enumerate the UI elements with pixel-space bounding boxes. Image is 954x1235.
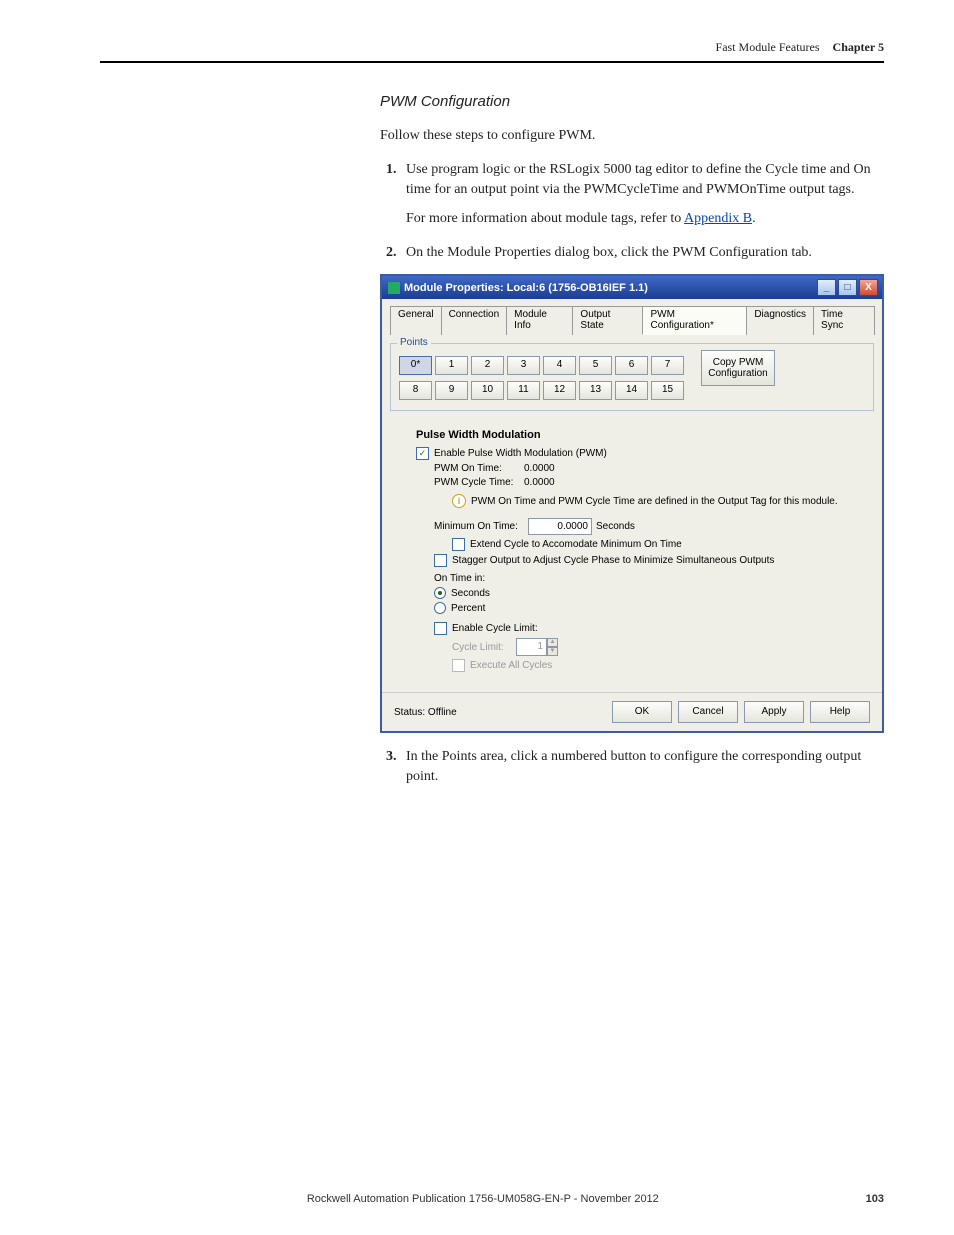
point-button-13[interactable]: 13: [579, 381, 612, 400]
enable-cycle-limit-label: Enable Cycle Limit:: [452, 623, 538, 634]
point-button-3[interactable]: 3: [507, 356, 540, 375]
step-1-sub: For more information about module tags, …: [406, 209, 884, 229]
ok-button[interactable]: OK: [612, 701, 672, 723]
tab-pwm-config[interactable]: PWM Configuration*: [642, 306, 747, 335]
header-chapter: Chapter 5: [833, 40, 884, 54]
step-1: Use program logic or the RSLogix 5000 ta…: [400, 160, 884, 229]
dialog-titlebar[interactable]: Module Properties: Local:6 (1756-OB16IEF…: [382, 276, 882, 299]
min-on-time-label: Minimum On Time:: [434, 521, 524, 532]
maximize-button[interactable]: □: [838, 279, 857, 296]
tab-diagnostics[interactable]: Diagnostics: [746, 306, 814, 335]
point-button-15[interactable]: 15: [651, 381, 684, 400]
point-button-6[interactable]: 6: [615, 356, 648, 375]
tab-module-info[interactable]: Module Info: [506, 306, 573, 335]
copy-line-1: Copy PWM: [702, 357, 774, 368]
page-number: 103: [866, 1193, 884, 1205]
spinner-up-icon[interactable]: ▲: [547, 638, 558, 647]
points-row-1: 0* 1 2 3 4 5 6 7: [399, 356, 687, 375]
pwm-section-title: Pulse Width Modulation: [416, 429, 874, 441]
tab-strip: General Connection Module Info Output St…: [390, 305, 874, 335]
app-icon: [388, 282, 400, 294]
help-button[interactable]: Help: [810, 701, 870, 723]
seconds-radio[interactable]: [434, 587, 446, 599]
stagger-output-checkbox[interactable]: [434, 554, 447, 567]
point-button-0[interactable]: 0*: [399, 356, 432, 375]
min-on-time-unit: Seconds: [596, 521, 635, 532]
enable-pwm-label: Enable Pulse Width Modulation (PWM): [434, 448, 607, 459]
appendix-link[interactable]: Appendix B: [684, 211, 752, 226]
pwm-section: Pulse Width Modulation Enable Pulse Widt…: [390, 429, 874, 672]
step-1-sub-b: .: [752, 211, 756, 226]
tab-connection[interactable]: Connection: [441, 306, 508, 335]
dialog-title: Module Properties: Local:6 (1756-OB16IEF…: [404, 282, 815, 294]
dialog-status-row: Status: Offline OK Cancel Apply Help: [382, 692, 882, 731]
step-3: In the Points area, click a numbered but…: [400, 747, 884, 786]
footer-publication: Rockwell Automation Publication 1756-UM0…: [307, 1193, 659, 1205]
page-footer: Rockwell Automation Publication 1756-UM0…: [100, 1193, 884, 1205]
status-value: Offline: [428, 707, 457, 718]
execute-all-cycles-checkbox[interactable]: [452, 659, 465, 672]
page-header: Fast Module Features Chapter 5: [100, 40, 884, 63]
pwm-cycle-time-label: PWM Cycle Time:: [434, 477, 524, 488]
spinner-down-icon[interactable]: ▼: [547, 647, 558, 656]
minimize-button[interactable]: _: [817, 279, 836, 296]
percent-label: Percent: [451, 603, 485, 614]
point-button-8[interactable]: 8: [399, 381, 432, 400]
point-button-12[interactable]: 12: [543, 381, 576, 400]
points-row-2: 8 9 10 11 12 13 14 15: [399, 381, 687, 400]
extend-cycle-label: Extend Cycle to Accomodate Minimum On Ti…: [470, 539, 682, 550]
points-group: Points 0* 1 2 3 4 5 6 7: [390, 343, 874, 411]
copy-pwm-config-button[interactable]: Copy PWM Configuration: [701, 350, 775, 386]
apply-button[interactable]: Apply: [744, 701, 804, 723]
point-button-11[interactable]: 11: [507, 381, 540, 400]
point-button-10[interactable]: 10: [471, 381, 504, 400]
info-text: PWM On Time and PWM Cycle Time are defin…: [471, 496, 838, 507]
header-title: Fast Module Features: [716, 40, 820, 54]
stagger-output-label: Stagger Output to Adjust Cycle Phase to …: [452, 555, 774, 566]
seconds-label: Seconds: [451, 588, 490, 599]
points-legend: Points: [397, 337, 431, 348]
cycle-limit-spinner[interactable]: 1 ▲▼: [516, 638, 558, 656]
point-button-7[interactable]: 7: [651, 356, 684, 375]
on-time-in-label: On Time in:: [434, 573, 485, 584]
execute-all-cycles-label: Execute All Cycles: [470, 660, 552, 671]
section-title: PWM Configuration: [380, 93, 884, 110]
percent-radio[interactable]: [434, 602, 446, 614]
point-button-2[interactable]: 2: [471, 356, 504, 375]
module-properties-dialog: Module Properties: Local:6 (1756-OB16IEF…: [380, 274, 884, 733]
extend-cycle-checkbox[interactable]: [452, 538, 465, 551]
tab-time-sync[interactable]: Time Sync: [813, 306, 875, 335]
point-button-14[interactable]: 14: [615, 381, 648, 400]
min-on-time-input[interactable]: 0.0000: [528, 518, 592, 535]
info-icon: i: [452, 494, 466, 508]
point-button-1[interactable]: 1: [435, 356, 468, 375]
close-button[interactable]: X: [859, 279, 878, 296]
pwm-cycle-time-value: 0.0000: [524, 477, 555, 488]
point-button-9[interactable]: 9: [435, 381, 468, 400]
cycle-limit-value[interactable]: 1: [516, 638, 547, 656]
status-label: Status:: [394, 707, 425, 718]
step-1-text: Use program logic or the RSLogix 5000 ta…: [406, 162, 871, 197]
enable-cycle-limit-checkbox[interactable]: [434, 622, 447, 635]
pwm-on-time-value: 0.0000: [524, 463, 555, 474]
tab-general[interactable]: General: [390, 306, 442, 335]
cycle-limit-label: Cycle Limit:: [452, 642, 510, 653]
cancel-button[interactable]: Cancel: [678, 701, 738, 723]
step-2: On the Module Properties dialog box, cli…: [400, 243, 884, 263]
point-button-4[interactable]: 4: [543, 356, 576, 375]
intro-text: Follow these steps to configure PWM.: [380, 128, 884, 144]
step-1-sub-a: For more information about module tags, …: [406, 211, 684, 226]
enable-pwm-checkbox[interactable]: [416, 447, 429, 460]
copy-line-2: Configuration: [702, 368, 774, 379]
point-button-5[interactable]: 5: [579, 356, 612, 375]
pwm-on-time-label: PWM On Time:: [434, 463, 524, 474]
tab-output-state[interactable]: Output State: [572, 306, 643, 335]
